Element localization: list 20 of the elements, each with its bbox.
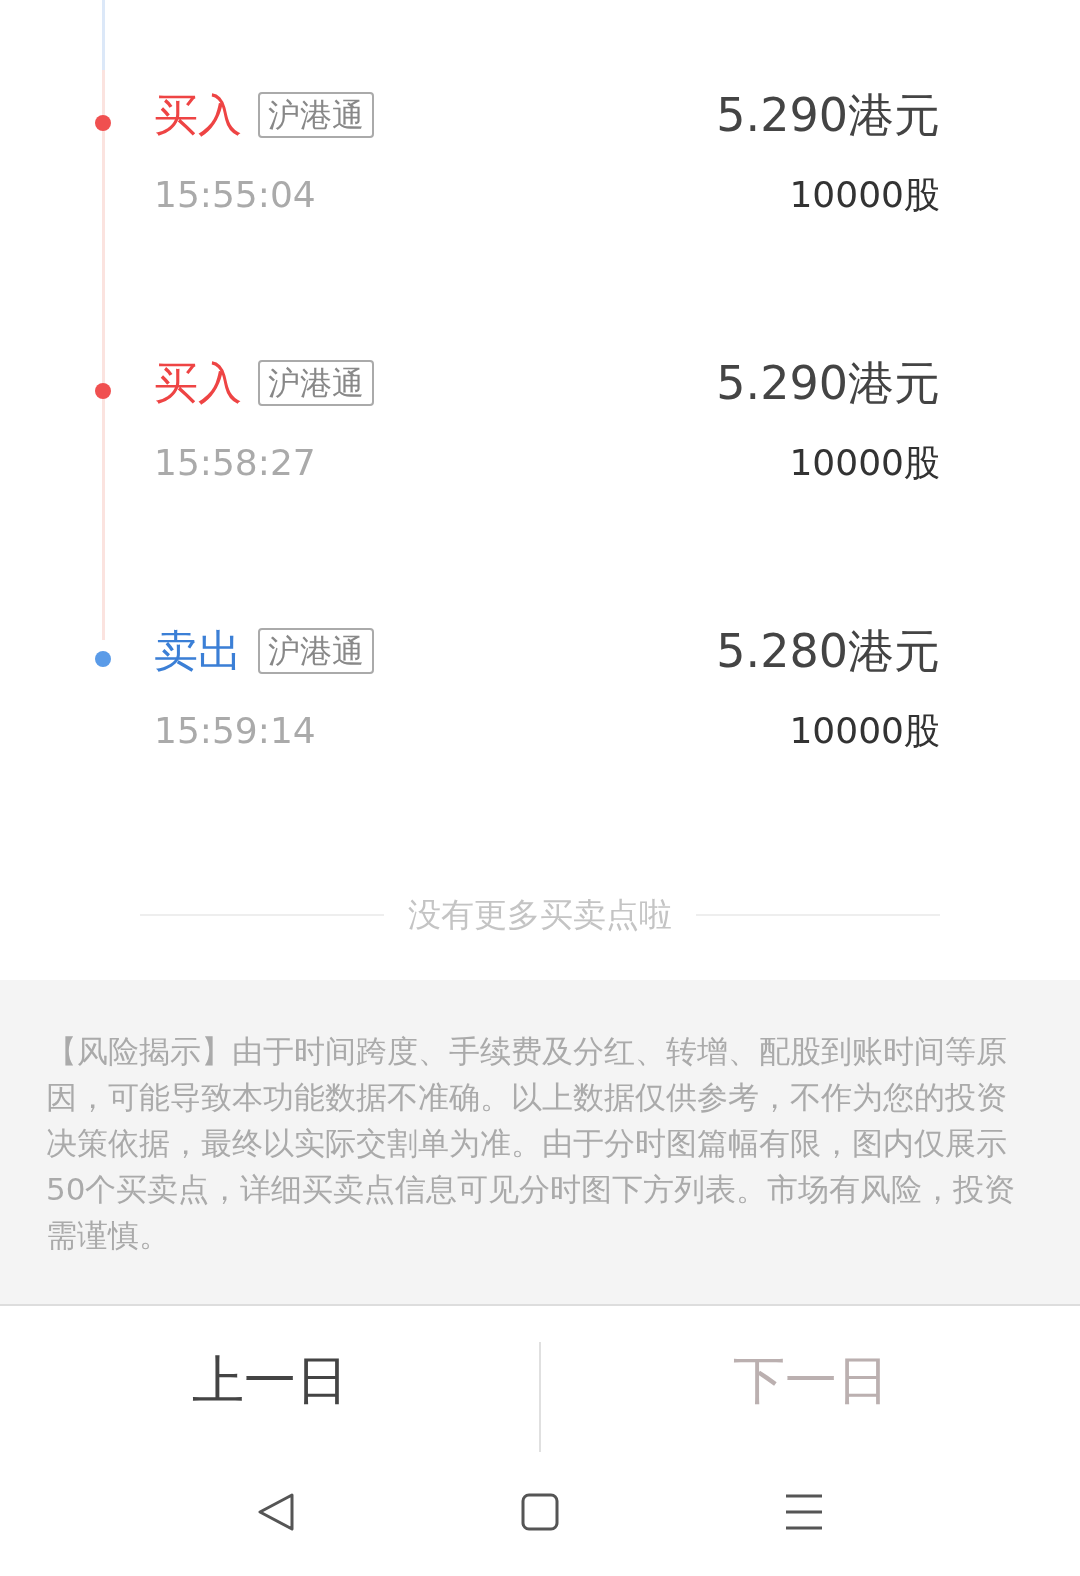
trade-price: 5.280港元	[716, 628, 940, 675]
trade-time: 15:59:14	[154, 709, 316, 754]
trade-time: 15:58:27	[154, 441, 316, 486]
home-icon[interactable]	[521, 1493, 559, 1531]
market-tag: 沪港通	[258, 360, 374, 407]
trade-price: 5.290港元	[716, 360, 940, 407]
market-tag: 沪港通	[258, 92, 374, 139]
trade-type: 买入	[154, 361, 242, 406]
market-tag: 沪港通	[258, 628, 374, 675]
trade-type: 买入	[154, 93, 242, 138]
trade-type: 卖出	[154, 629, 242, 674]
menu-icon[interactable]	[785, 1494, 823, 1530]
trade-shares: 10000股	[789, 173, 940, 218]
back-icon[interactable]	[257, 1492, 295, 1532]
trade-time: 15:55:04	[154, 173, 316, 218]
risk-disclaimer: 【风险揭示】由于时间跨度、手续费及分红、转增、配股到账时间等原因，可能导致本功能数据不准确。以上数据仅供参考，不作为您的投资决策依据，最终以实际交割单为准。由于分时图篇幅有限，图内仅展示50个买卖点，详细买卖点信息可见分时图下方列表。市场有风险，投资需谨慎。	[46, 1032, 1017, 1255]
trade-shares: 10000股	[789, 709, 940, 754]
trade-shares: 10000股	[789, 441, 940, 486]
trade-price: 5.290港元	[716, 92, 940, 139]
end-of-list-note: 没有更多买卖点啦	[408, 894, 672, 937]
